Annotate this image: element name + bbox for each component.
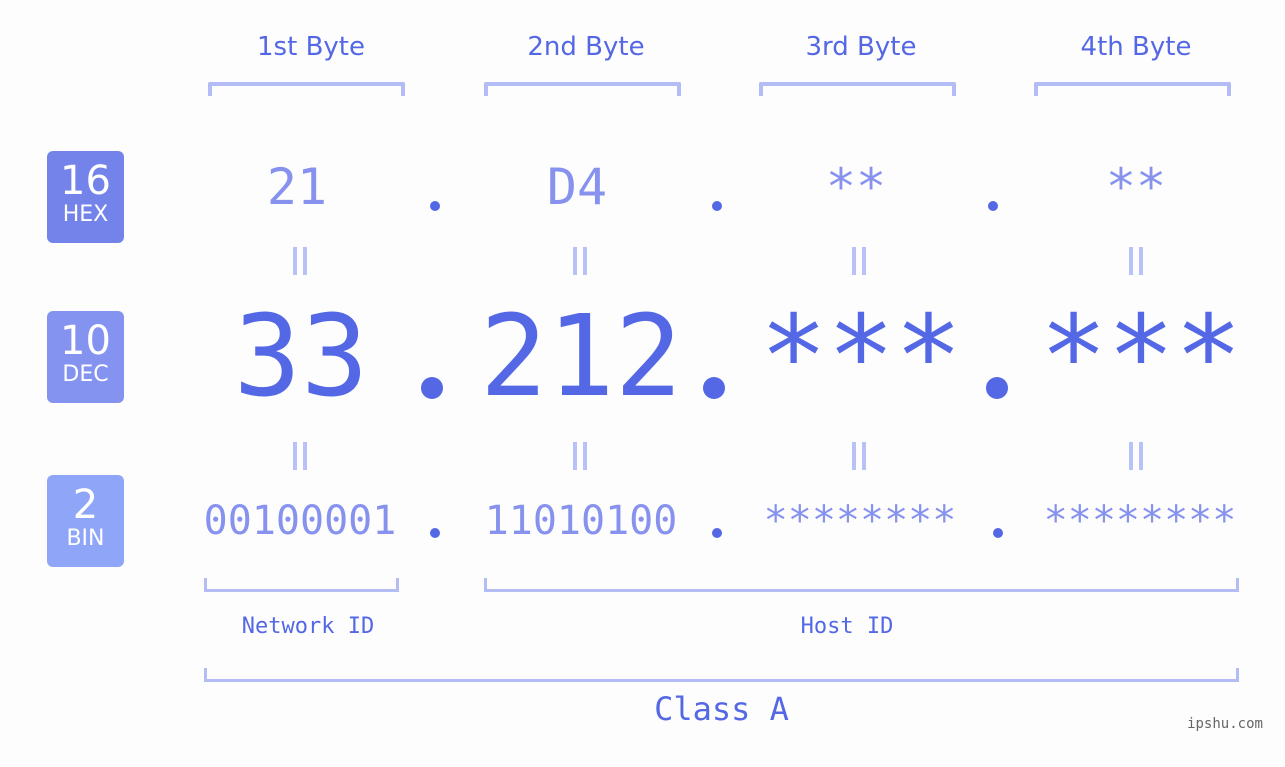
- equals-icon: [1128, 442, 1144, 470]
- bin-octet-2: 11010100: [484, 498, 678, 544]
- equals-icon: [851, 442, 867, 470]
- hex-badge: 16 HEX: [47, 151, 124, 243]
- dec-separator-1: [421, 377, 443, 399]
- hex-base-number: 16: [60, 158, 111, 204]
- byte-bracket-2: [484, 82, 681, 96]
- dec-separator-2: [703, 377, 725, 399]
- byte-bracket-3: [759, 82, 956, 96]
- class-bracket: [204, 668, 1239, 682]
- hex-separator-1: [430, 201, 440, 211]
- byte-bracket-1: [208, 82, 405, 96]
- host-id-bracket: [484, 578, 1239, 592]
- bin-octet-3: ********: [763, 498, 957, 544]
- dec-octet-1: 33: [233, 292, 369, 422]
- dec-octet-4: ***: [1039, 292, 1243, 422]
- hex-octet-2: D4: [546, 158, 608, 216]
- dec-octet-2: 212: [479, 292, 683, 422]
- network-id-bracket: [204, 578, 399, 592]
- hex-separator-2: [712, 201, 722, 211]
- byte-header-3: 3rd Byte: [805, 32, 917, 62]
- bin-separator-3: [993, 528, 1003, 538]
- ip-class-label: Class A: [654, 690, 789, 728]
- equals-icon: [572, 442, 588, 470]
- byte-bracket-4: [1034, 82, 1231, 96]
- bin-octet-1: 00100001: [203, 498, 397, 544]
- watermark: ipshu.com: [1187, 716, 1263, 732]
- bin-separator-2: [712, 528, 722, 538]
- host-id-label: Host ID: [800, 614, 894, 639]
- bin-base-number: 2: [72, 482, 99, 528]
- bin-separator-1: [430, 528, 440, 538]
- hex-base-label: HEX: [62, 202, 109, 227]
- network-id-label: Network ID: [241, 614, 375, 639]
- bin-badge: 2 BIN: [47, 475, 124, 567]
- byte-header-4: 4th Byte: [1080, 32, 1192, 62]
- dec-separator-3: [986, 377, 1008, 399]
- byte-header-2: 2nd Byte: [527, 32, 645, 62]
- bin-base-label: BIN: [66, 526, 105, 551]
- dec-base-label: DEC: [62, 362, 109, 387]
- equals-icon: [1128, 247, 1144, 275]
- byte-header-1: 1st Byte: [257, 32, 365, 62]
- equals-icon: [292, 247, 308, 275]
- hex-separator-3: [988, 201, 998, 211]
- dec-base-number: 10: [60, 318, 111, 364]
- equals-icon: [572, 247, 588, 275]
- hex-octet-1: 21: [266, 158, 328, 216]
- equals-icon: [851, 247, 867, 275]
- hex-octet-3: **: [825, 158, 887, 216]
- hex-octet-4: **: [1105, 158, 1167, 216]
- equals-icon: [292, 442, 308, 470]
- bin-octet-4: ********: [1043, 498, 1237, 544]
- dec-badge: 10 DEC: [47, 311, 124, 403]
- dec-octet-3: ***: [759, 292, 963, 422]
